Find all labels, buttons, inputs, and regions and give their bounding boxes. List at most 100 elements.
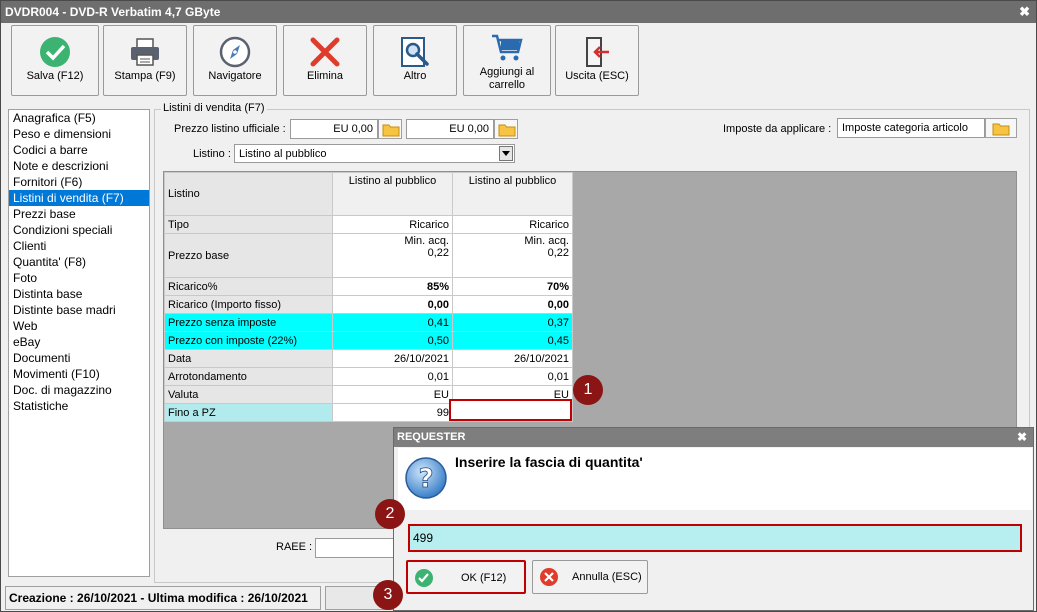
row-label-prezzo-base: Prezzo base [164,233,333,278]
delete-button[interactable]: Elimina [283,25,367,96]
sidebar-item-quantita[interactable]: Quantita' (F8) [9,254,149,270]
question-icon: ? [405,457,447,499]
folder-icon [498,124,516,137]
listino-select[interactable]: Listino al pubblico [234,144,515,163]
cell-ricarico-pct-1[interactable]: 85% [332,277,453,296]
imposte-field[interactable]: Imposte categoria articolo [837,118,985,138]
sidebar-item-listini[interactable]: Listini di vendita (F7) [9,190,149,206]
quantity-input[interactable]: 499 [408,524,1022,552]
cell-prezzo-senza-2[interactable]: 0,37 [452,313,573,332]
cell-fino-1[interactable]: 99 [332,403,453,422]
row-label-data: Data [164,349,333,368]
cell-valuta-1[interactable]: EU [332,385,453,404]
folder-button-2[interactable] [494,119,518,139]
dialog-title-bar: REQUESTER ✖ [394,428,1033,447]
sidebar-item-peso[interactable]: Peso e dimensioni [9,126,149,142]
chevron-down-icon[interactable] [499,146,513,161]
folder-button-1[interactable] [378,119,402,139]
add-to-cart-button[interactable]: Aggiungi al carrello [463,25,551,96]
sidebar-item-movimenti[interactable]: Movimenti (F10) [9,366,149,382]
raee-label: RAEE : [276,541,313,553]
sidebar-item-distinta[interactable]: Distinta base [9,286,149,302]
sidebar-item-codici[interactable]: Codici a barre [9,142,149,158]
title-bar: DVDR004 - DVD-R Verbatim 4,7 GByte ✖ [1,1,1036,23]
cell-prezzo-con-1[interactable]: 0,50 [332,331,453,350]
prezzo-listino-label: Prezzo listino ufficiale : [174,123,286,135]
cart-icon [492,34,523,61]
cell-ricarico-fisso-1[interactable]: 0,00 [332,295,453,314]
close-icon[interactable]: ✖ [1019,1,1030,23]
cancel-button[interactable]: Annulla (ESC) [532,560,648,594]
cell-arrotondamento-2[interactable]: 0,01 [452,367,573,386]
sidebar-item-ebay[interactable]: eBay [9,334,149,350]
imposte-label: Imposte da applicare : [723,123,832,135]
dialog-close-icon[interactable]: ✖ [1017,428,1027,447]
step-badge-2: 2 [375,499,405,529]
more-button[interactable]: Altro [373,25,457,96]
folder-icon [992,123,1010,136]
dialog-message-area: ? Inserire la fascia di quantita' [398,448,1032,510]
cell-data-1[interactable]: 26/10/2021 [332,349,453,368]
cell-ricarico-pct-2[interactable]: 70% [452,277,573,296]
cell-tipo-1[interactable]: Ricarico [332,215,453,234]
group-legend: Listini di vendita (F7) [161,102,267,114]
cell-prezzo-base-1[interactable]: Min. acq. 0,22 [332,233,453,278]
more-button-label: Altro [403,70,427,82]
sidebar-item-condizioni[interactable]: Condizioni speciali [9,222,149,238]
row-label-prezzo-con: Prezzo con imposte (22%) [164,331,333,350]
sidebar-item-distinte-madri[interactable]: Distinte base madri [9,302,149,318]
cell-tipo-2[interactable]: Ricarico [452,215,573,234]
dialog-title: REQUESTER [397,431,466,443]
printer-icon [131,38,159,66]
prezzo-listino-field-2[interactable]: EU 0,00 [406,119,494,139]
grid-col1-header[interactable]: Listino al pubblico [332,172,453,216]
delete-button-label: Elimina [306,70,344,82]
sidebar-item-documenti[interactable]: Documenti [9,350,149,366]
navigator-button-label: Navigatore [208,70,262,82]
sidebar-item-fornitori[interactable]: Fornitori (F6) [9,174,149,190]
imposte-folder-button[interactable] [985,118,1017,138]
listino-label: Listino : [193,148,231,160]
row-label-valuta: Valuta [164,385,333,404]
add-to-cart-button-label: Aggiungi al carrello [479,66,535,91]
exit-button-label: Uscita (ESC) [565,70,629,82]
fino-cell-highlight[interactable] [449,399,572,421]
navigator-button[interactable]: Navigatore [193,25,277,96]
cell-data-2[interactable]: 26/10/2021 [452,349,573,368]
save-button-label: Salva (F12) [26,70,84,82]
raee-field[interactable] [315,538,395,558]
grid-col2-header[interactable]: Listino al pubblico [452,172,573,216]
sidebar-item-anagrafica[interactable]: Anagrafica (F5) [9,110,149,126]
sidebar-item-note[interactable]: Note e descrizioni [9,158,149,174]
search-doc-icon [401,37,429,67]
delete-x-icon [310,37,340,67]
cell-prezzo-con-2[interactable]: 0,45 [452,331,573,350]
status-bar: Creazione : 26/10/2021 - Ultima modifica… [5,586,321,610]
row-label-ricarico-pct: Ricarico% [164,277,333,296]
row-label-ricarico-fisso: Ricarico (Importo fisso) [164,295,333,314]
cell-prezzo-base-2[interactable]: Min. acq. 0,22 [452,233,573,278]
print-button-label: Stampa (F9) [114,70,176,82]
cell-prezzo-base-2-value: 0,22 [547,247,569,259]
cell-prezzo-base-2-caption: Min. acq. [524,235,569,247]
cell-arrotondamento-1[interactable]: 0,01 [332,367,453,386]
ok-button-label: OK (F12) [461,572,507,584]
cell-prezzo-senza-1[interactable]: 0,41 [332,313,453,332]
ok-button[interactable]: OK (F12) [406,560,526,594]
sidebar-item-web[interactable]: Web [9,318,149,334]
sidebar-item-foto[interactable]: Foto [9,270,149,286]
print-button[interactable]: Stampa (F9) [103,25,187,96]
prezzo-listino-field-1[interactable]: EU 0,00 [290,119,378,139]
svg-text:?: ? [418,464,433,494]
row-label-arrotondamento: Arrotondamento [164,367,333,386]
row-label-fino: Fino a PZ [164,403,333,422]
save-button[interactable]: Salva (F12) [11,25,99,96]
cell-ricarico-fisso-2[interactable]: 0,00 [452,295,573,314]
sidebar-item-statistiche[interactable]: Statistiche [9,398,149,414]
sidebar-item-doc-magazzino[interactable]: Doc. di magazzino [9,382,149,398]
sidebar-item-clienti[interactable]: Clienti [9,238,149,254]
cell-prezzo-base-1-value: 0,22 [427,247,449,259]
cell-prezzo-base-1-caption: Min. acq. [404,235,449,247]
sidebar-item-prezzi-base[interactable]: Prezzi base [9,206,149,222]
exit-button[interactable]: Uscita (ESC) [555,25,639,96]
